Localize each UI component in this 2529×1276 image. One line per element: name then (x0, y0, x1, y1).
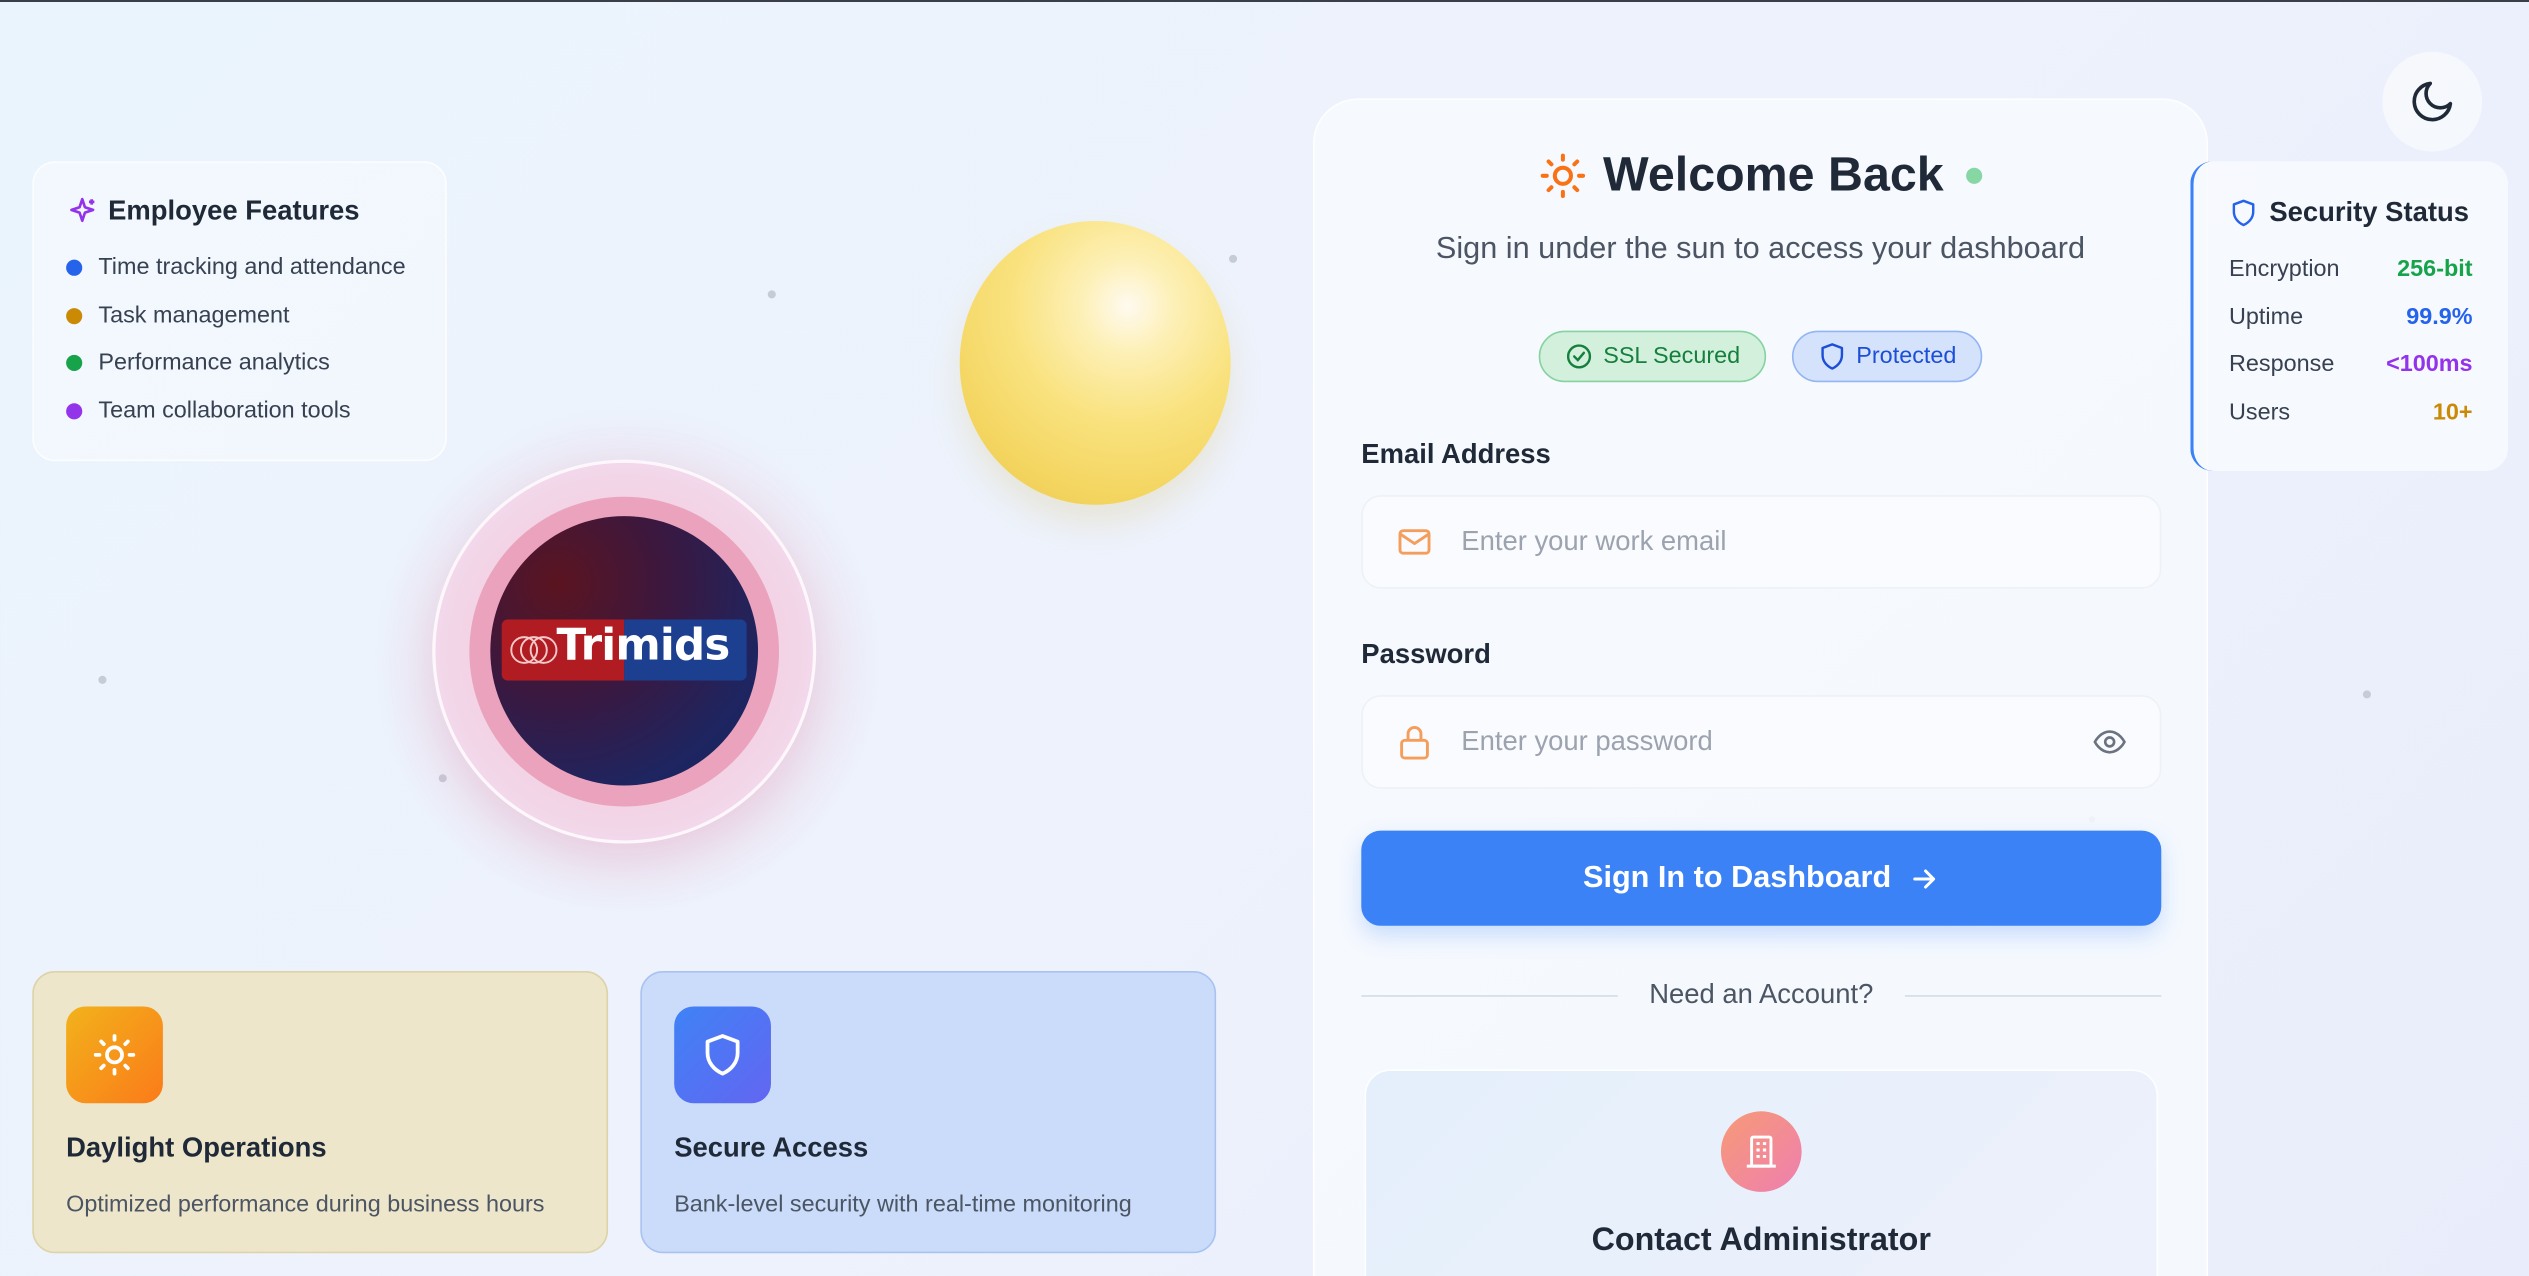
secure-access-card: Secure Access Bank-level security with r… (640, 970, 1217, 1254)
contact-admin-card[interactable]: Contact Administrator (1364, 1069, 2159, 1276)
features-heading: Employee Features (66, 195, 413, 227)
arrow-right-icon (1912, 868, 1935, 888)
page-title: Welcome Back (1603, 148, 1944, 202)
feature-item: Time tracking and attendance (66, 244, 413, 292)
security-row-value: 99.9% (2406, 304, 2473, 330)
ssl-badge-label: SSL Secured (1603, 343, 1741, 370)
security-row-encryption: Encryption 256-bit (2229, 245, 2473, 293)
shield-icon (2232, 199, 2255, 227)
lock-icon (1400, 725, 1429, 760)
sun-icon (93, 1034, 136, 1076)
particle-dot (2362, 690, 2371, 699)
security-row-value: 10+ (2432, 399, 2473, 426)
security-row-label: Response (2229, 351, 2335, 378)
sun-icon (1540, 153, 1585, 198)
ssl-badge: SSL Secured (1538, 330, 1766, 383)
moon-icon (2412, 81, 2453, 122)
bullet-icon (66, 259, 83, 276)
protected-badge-label: Protected (1856, 343, 1957, 370)
feature-item: Team collaboration tools (66, 387, 413, 435)
security-badges: SSL Secured Protected (1313, 330, 2208, 383)
mail-icon (1398, 529, 1431, 555)
feature-label: Time tracking and attendance (98, 254, 406, 281)
feature-label: Performance analytics (98, 350, 330, 377)
security-row-response: Response <100ms (2229, 341, 2473, 389)
page-stage: Employee Features Time tracking and atte… (0, 0, 2529, 1276)
divider-label: Need an Account? (1649, 979, 1874, 1010)
security-heading: Security Status (2229, 197, 2473, 229)
password-field[interactable] (1461, 725, 2092, 759)
bullet-icon (66, 355, 83, 372)
check-circle-icon (1566, 344, 1592, 369)
email-field[interactable] (1461, 525, 2128, 559)
eye-icon[interactable] (2092, 724, 2127, 759)
email-label: Email Address (1361, 438, 1551, 470)
card-title: Secure Access (674, 1132, 869, 1163)
card-title: Daylight Operations (66, 1132, 327, 1163)
features-list: Time tracking and attendance Task manage… (66, 244, 413, 436)
password-label: Password (1361, 638, 1491, 670)
online-status-dot (1966, 167, 1983, 184)
particle-dot (98, 675, 107, 684)
feature-item: Performance analytics (66, 339, 413, 387)
shield-icon (705, 1034, 740, 1076)
company-logo: Trimids (501, 619, 747, 681)
shield-icon-tile (674, 1006, 771, 1104)
security-row-label: Uptime (2229, 304, 2304, 330)
account-divider: Need an Account? (1361, 977, 2162, 1012)
features-title: Employee Features (108, 195, 360, 226)
bullet-icon (66, 307, 83, 324)
feature-label: Task management (98, 302, 290, 329)
security-status-card: Security Status Encryption 256-bit Uptime… (2190, 161, 2509, 471)
particle-dot (1229, 254, 1238, 263)
particle-dot (767, 290, 776, 299)
rings-logo-icon (510, 636, 558, 664)
sign-in-button-label: Sign In to Dashboard (1583, 860, 1892, 895)
sign-in-button[interactable]: Sign In to Dashboard (1361, 830, 2162, 926)
feature-label: Team collaboration tools (98, 398, 351, 425)
sparkles-icon (70, 197, 95, 223)
building-icon (1746, 1135, 1776, 1168)
protected-badge: Protected (1791, 330, 1983, 383)
shield-icon (1821, 343, 1843, 370)
building-icon-tile (1720, 1111, 1802, 1192)
card-description: Bank-level security with real-time monit… (674, 1191, 1132, 1218)
security-row-users: Users 10+ (2229, 389, 2473, 437)
security-row-label: Users (2229, 399, 2291, 426)
contact-admin-label: Contact Administrator (1591, 1222, 1931, 1259)
password-field-wrapper[interactable] (1361, 695, 2162, 789)
security-row-value: <100ms (2386, 351, 2473, 378)
theme-toggle-button[interactable] (2382, 51, 2483, 152)
welcome-heading: Welcome Back (1313, 148, 2208, 203)
sun-icon-tile (66, 1006, 163, 1104)
sun-sphere (959, 220, 1231, 505)
card-description: Optimized performance during business ho… (66, 1191, 545, 1218)
feature-item: Task management (66, 291, 413, 339)
daylight-operations-card: Daylight Operations Optimized performanc… (32, 970, 609, 1254)
bullet-icon (66, 403, 83, 420)
brand-name: Trimids (556, 620, 730, 671)
email-field-wrapper[interactable] (1361, 495, 2162, 589)
security-row-uptime: Uptime 99.9% (2229, 293, 2473, 341)
security-row-value: 256-bit (2397, 256, 2473, 283)
employee-features-card: Employee Features Time tracking and atte… (32, 161, 447, 462)
login-subtitle: Sign in under the sun to access your das… (1435, 232, 2086, 267)
security-title: Security Status (2269, 196, 2469, 228)
security-row-label: Encryption (2229, 256, 2340, 283)
